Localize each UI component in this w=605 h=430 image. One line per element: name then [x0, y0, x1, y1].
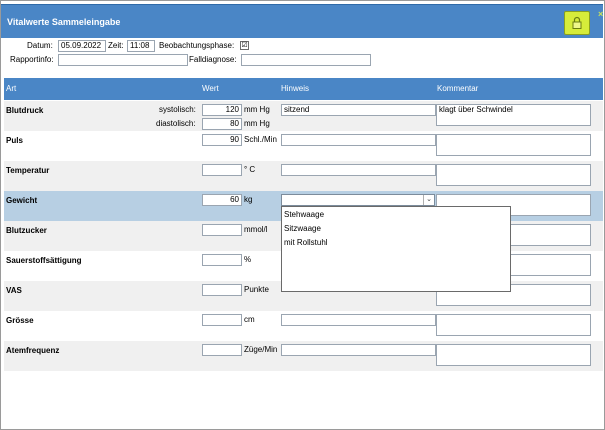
kommentar-field[interactable]: [436, 344, 591, 366]
sauerstoff-field[interactable]: [202, 254, 242, 266]
dropdown-option[interactable]: Sitzwaage: [284, 224, 321, 233]
atemfrequenz-field[interactable]: [202, 344, 242, 356]
hinweis-combobox[interactable]: ⌄: [281, 194, 435, 206]
beobachtung-label: Beobachtungsphase:: [159, 41, 235, 50]
atemfrequenz-unit: Züge/Min: [244, 345, 278, 354]
chevron-down-icon[interactable]: ⌄: [423, 195, 434, 205]
dropdown-option[interactable]: mit Rollstuhl: [284, 238, 328, 247]
row-name: Atemfrequenz: [6, 346, 60, 355]
lock-button[interactable]: [564, 11, 590, 35]
row-name: Gewicht: [6, 196, 38, 205]
temperatur-field[interactable]: [202, 164, 242, 176]
systolisch-field[interactable]: 120: [202, 104, 242, 116]
datum-label: Datum:: [27, 41, 53, 50]
blutzucker-unit: mmol/l: [244, 225, 268, 234]
falldiagnose-field[interactable]: [241, 54, 371, 66]
kommentar-field[interactable]: [436, 314, 591, 336]
kommentar-field[interactable]: klagt über Schwindel: [436, 104, 591, 126]
systolisch-unit: mm Hg: [244, 105, 270, 114]
lock-icon: [572, 16, 582, 29]
hinweis-field[interactable]: [281, 164, 436, 176]
row-name: Blutzucker: [6, 226, 47, 235]
hinweis-dropdown-list: Stehwaage Sitzwaage mit Rollstuhl: [281, 206, 511, 292]
hinweis-field[interactable]: [281, 344, 436, 356]
beobachtung-checkbox[interactable]: ☑: [240, 41, 249, 50]
row-name: Blutdruck: [6, 106, 44, 115]
sauerstoff-unit: %: [244, 255, 252, 264]
vas-unit: Punkte: [244, 285, 269, 294]
close-icon[interactable]: ×: [598, 9, 603, 19]
zeit-field[interactable]: 11:08: [127, 40, 155, 52]
gewicht-unit: kg: [244, 195, 253, 204]
falldiagnose-label: Falldiagnose:: [189, 55, 237, 64]
row-groesse: Grösse cm: [4, 311, 603, 341]
rapportinfo-label: Rapportinfo:: [10, 55, 54, 64]
col-wert: Wert: [202, 84, 219, 93]
row-name: Puls: [6, 136, 23, 145]
row-blutdruck: Blutdruck systolisch: 120 mm Hg diastoli…: [4, 101, 603, 131]
rapportinfo-field[interactable]: [58, 54, 188, 66]
diastolisch-unit: mm Hg: [244, 119, 270, 128]
zeit-label: Zeit:: [108, 41, 124, 50]
col-hinweis: Hinweis: [281, 84, 310, 93]
row-name: Temperatur: [6, 166, 50, 175]
window-title: Vitalwerte Sammeleingabe: [7, 17, 121, 27]
systolisch-label: systolisch:: [159, 105, 196, 114]
kommentar-field[interactable]: [436, 134, 591, 156]
row-name: Grösse: [6, 316, 34, 325]
datum-field[interactable]: 05.09.2022: [58, 40, 106, 52]
groesse-unit: cm: [244, 315, 255, 324]
title-bar: Vitalwerte Sammeleingabe ×: [1, 4, 603, 38]
dropdown-option[interactable]: Stehwaage: [284, 210, 324, 219]
hinweis-field[interactable]: [281, 134, 436, 146]
row-temperatur: Temperatur ° C: [4, 161, 603, 191]
hinweis-field[interactable]: sitzend: [281, 104, 436, 116]
diastolisch-label: diastolisch:: [156, 119, 196, 128]
hinweis-field[interactable]: [281, 314, 436, 326]
grid-header: Art Wert Hinweis Kommentar: [4, 78, 603, 100]
blutzucker-field[interactable]: [202, 224, 242, 236]
diastolisch-field[interactable]: 80: [202, 118, 242, 130]
gewicht-field[interactable]: 60: [202, 194, 242, 206]
puls-unit: Schl./Min: [244, 135, 277, 144]
kommentar-field[interactable]: [436, 164, 591, 186]
puls-field[interactable]: 90: [202, 134, 242, 146]
col-art: Art: [6, 84, 17, 93]
row-name: Sauerstoffsättigung: [6, 256, 82, 265]
temperatur-unit: ° C: [244, 165, 256, 174]
row-atemfrequenz: Atemfrequenz Züge/Min: [4, 341, 603, 371]
col-kommentar: Kommentar: [437, 84, 479, 93]
vas-field[interactable]: [202, 284, 242, 296]
row-name: VAS: [6, 286, 22, 295]
row-puls: Puls 90 Schl./Min: [4, 131, 603, 161]
groesse-field[interactable]: [202, 314, 242, 326]
